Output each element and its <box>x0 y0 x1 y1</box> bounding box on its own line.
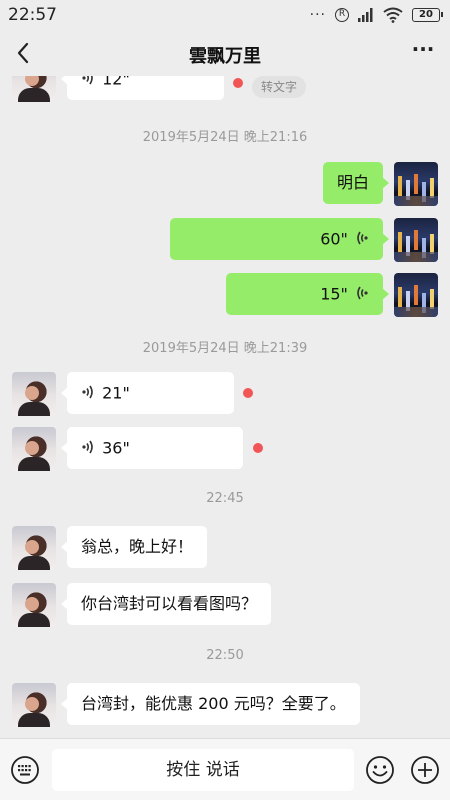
message-row: 翁总，晚上好！ <box>0 526 450 570</box>
voice-message[interactable]: 60" <box>170 218 389 260</box>
voice-message[interactable]: 12" <box>61 76 224 100</box>
wifi-icon <box>383 7 403 23</box>
avatar[interactable] <box>12 583 56 627</box>
registered-icon: R <box>335 8 349 22</box>
voice-wave-icon <box>82 76 93 85</box>
timestamp: 2019年5月24日 晚上21:16 <box>142 130 308 145</box>
voice-wave-icon <box>82 385 93 399</box>
unread-dot <box>243 388 253 398</box>
chat-title: 雲飘万里 <box>189 46 261 67</box>
voice-duration: 60" <box>320 229 348 249</box>
status-bar: 22:57 ··· R 20 <box>0 0 450 30</box>
hold-to-talk-button[interactable]: 按住 说话 <box>52 749 354 791</box>
voice-duration: 12" <box>102 76 130 89</box>
avatar[interactable] <box>394 218 438 262</box>
timestamp: 2019年5月24日 晚上21:39 <box>142 341 308 356</box>
to-text-button[interactable]: 转文字 <box>252 76 307 98</box>
voice-message[interactable]: 21" <box>61 372 234 414</box>
voice-message[interactable]: 15" <box>226 273 389 315</box>
message-row: 36" <box>0 427 450 471</box>
voice-wave-icon <box>357 286 368 300</box>
chat-header: 雲飘万里 ··· <box>0 30 450 76</box>
text-message[interactable]: 翁总，晚上好！ <box>60 526 208 568</box>
keyboard-icon[interactable] <box>10 755 40 785</box>
text-message[interactable]: 明白 <box>322 162 390 204</box>
unread-dot <box>253 443 263 453</box>
avatar[interactable] <box>12 526 56 570</box>
avatar[interactable] <box>12 76 56 102</box>
notification-dots-icon: ··· <box>309 7 326 23</box>
message-row: 12" 转文字 <box>0 76 450 108</box>
message-row: 明白 <box>0 162 450 206</box>
message-row: 你台湾封可以看看图吗？ <box>0 583 450 627</box>
avatar[interactable] <box>394 162 438 206</box>
text-message[interactable]: 台湾封，能优惠 200 元吗？全要了。 <box>61 683 360 725</box>
voice-duration: 21" <box>102 383 130 403</box>
status-time: 22:57 <box>8 5 57 25</box>
emoji-icon[interactable] <box>365 755 395 785</box>
battery-icon: 20 <box>412 8 443 22</box>
voice-wave-icon <box>357 231 368 245</box>
voice-duration: 36" <box>102 438 130 458</box>
signal-icon <box>358 8 373 22</box>
message-row: 台湾封，能优惠 200 元吗？全要了。 <box>0 683 450 727</box>
avatar[interactable] <box>12 372 56 416</box>
message-list[interactable]: 12" 转文字 2019年5月24日 晚上21:16 明白 60" 15" 20… <box>0 76 450 738</box>
more-icon[interactable]: ··· <box>410 38 436 68</box>
avatar[interactable] <box>12 683 56 727</box>
plus-icon[interactable] <box>410 755 440 785</box>
message-row: 15" <box>0 273 450 317</box>
timestamp: 22:50 <box>206 648 244 663</box>
message-row: 60" <box>0 218 450 262</box>
status-icons: ··· R 20 <box>309 6 443 24</box>
unread-dot <box>233 78 243 88</box>
voice-wave-icon <box>82 440 93 454</box>
text-message[interactable]: 你台湾封可以看看图吗？ <box>60 583 272 625</box>
voice-duration: 15" <box>320 284 348 304</box>
input-bar: 按住 说话 <box>0 738 450 800</box>
avatar[interactable] <box>12 427 56 471</box>
avatar[interactable] <box>394 273 438 317</box>
voice-message[interactable]: 36" <box>61 427 243 469</box>
message-row: 21" <box>0 372 450 416</box>
timestamp: 22:45 <box>206 491 244 506</box>
